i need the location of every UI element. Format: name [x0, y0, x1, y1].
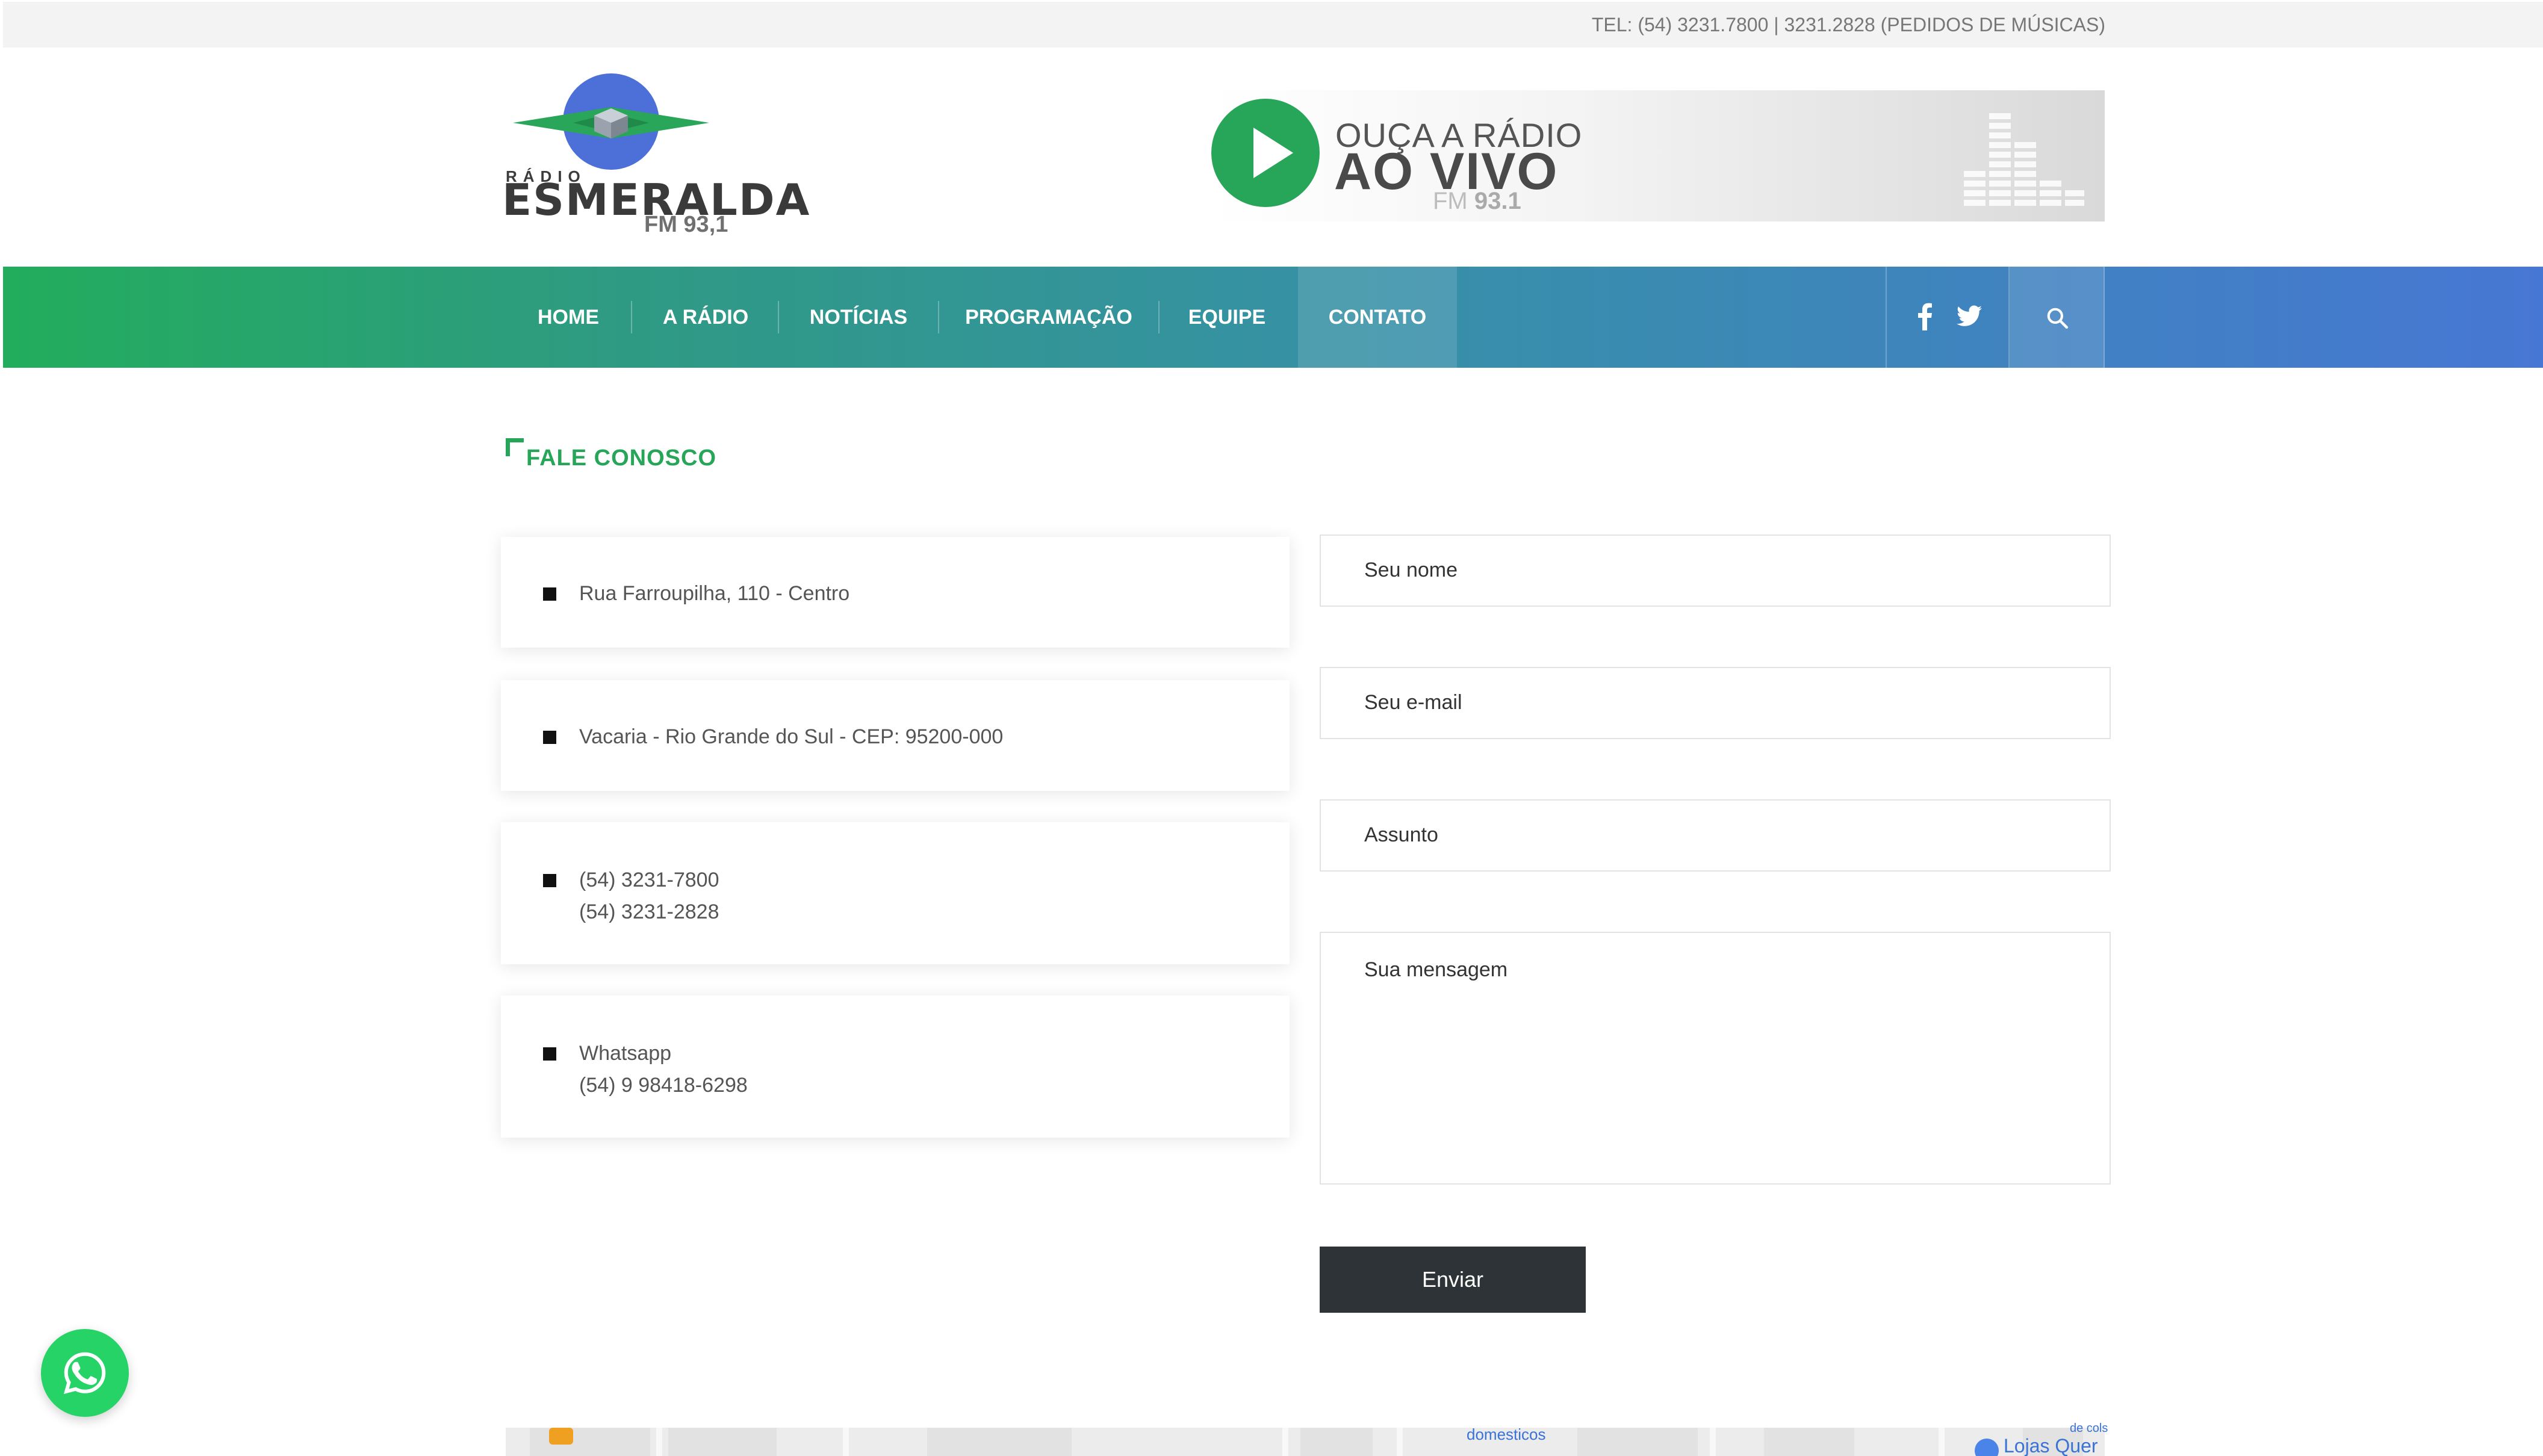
nav-contato[interactable]: CONTATO — [1298, 267, 1457, 368]
subject-field[interactable]: Assunto — [1320, 799, 2111, 872]
city-card: Vacaria - Rio Grande do Sul - CEP: 95200… — [501, 680, 1290, 791]
subject-placeholder: Assunto — [1364, 823, 1438, 846]
nav-home[interactable]: HOME — [530, 267, 607, 368]
bullet-icon — [543, 587, 556, 601]
nav-divider — [631, 301, 632, 333]
whatsapp-card: Whatsapp (54) 9 98418-6298 — [501, 996, 1290, 1138]
search-icon — [2047, 308, 2069, 329]
whatsapp-label: Whatsapp — [579, 1042, 672, 1065]
location-map[interactable] — [506, 1428, 2105, 1456]
top-bar: TEL: (54) 3231.7800 | 3231.2828 (PEDIDOS… — [3, 2, 2543, 48]
live-banner-frequency: FM 93.1 — [1433, 188, 1521, 214]
play-triangle — [1253, 128, 1293, 178]
whatsapp-button[interactable] — [41, 1329, 129, 1417]
message-field[interactable]: Sua mensagem — [1320, 932, 2111, 1185]
whatsapp-number: (54) 9 98418-6298 — [579, 1074, 748, 1097]
name-field[interactable]: Seu nome — [1320, 534, 2111, 607]
facebook-icon[interactable] — [1916, 303, 1934, 330]
phone-info: TEL: (54) 3231.7800 | 3231.2828 (PEDIDOS… — [1591, 14, 2105, 36]
equalizer-icon — [1964, 113, 2084, 206]
logo-frequency: FM 93,1 — [644, 212, 728, 237]
social-links — [1886, 267, 2010, 368]
phone-line-1: (54) 3231-7800 — [579, 869, 719, 891]
phone-line-2: (54) 3231-2828 — [579, 900, 719, 923]
bullet-icon — [543, 874, 556, 887]
email-placeholder: Seu e-mail — [1364, 691, 1462, 714]
search-button[interactable] — [2010, 267, 2105, 368]
nav-equipe[interactable]: EQUIPE — [1180, 267, 1274, 368]
map-label: domesticos — [1467, 1425, 1546, 1443]
email-field[interactable]: Seu e-mail — [1320, 667, 2111, 739]
map-label: de cols — [2070, 1422, 2108, 1435]
phone-card: (54) 3231-7800 (54) 3231-2828 — [501, 822, 1290, 964]
message-placeholder: Sua mensagem — [1364, 958, 1508, 981]
address-line: Rua Farroupilha, 110 - Centro — [579, 582, 850, 605]
section-title: FALE CONOSCO — [526, 445, 717, 471]
name-placeholder: Seu nome — [1364, 559, 1458, 581]
map-label: Lojas Quer — [2004, 1435, 2098, 1456]
city-line: Vacaria - Rio Grande do Sul - CEP: 95200… — [579, 725, 1004, 748]
bullet-icon — [543, 1047, 556, 1061]
bullet-icon — [543, 731, 556, 744]
map-pin-icon — [1975, 1439, 1999, 1456]
nav-noticias[interactable]: NOTÍCIAS — [801, 267, 916, 368]
twitter-icon[interactable] — [1957, 305, 1982, 327]
whatsapp-icon — [63, 1352, 106, 1394]
map-poi-icon — [549, 1428, 573, 1445]
nav-divider — [1158, 301, 1160, 333]
submit-button[interactable]: Enviar — [1320, 1247, 1586, 1313]
nav-programacao[interactable]: PROGRAMAÇÃO — [961, 267, 1137, 368]
address-card: Rua Farroupilha, 110 - Centro — [501, 537, 1290, 648]
nav-divider — [938, 301, 939, 333]
nav-divider — [778, 301, 779, 333]
nav-a-radio[interactable]: A RÁDIO — [655, 267, 756, 368]
heading-accent — [506, 438, 524, 456]
